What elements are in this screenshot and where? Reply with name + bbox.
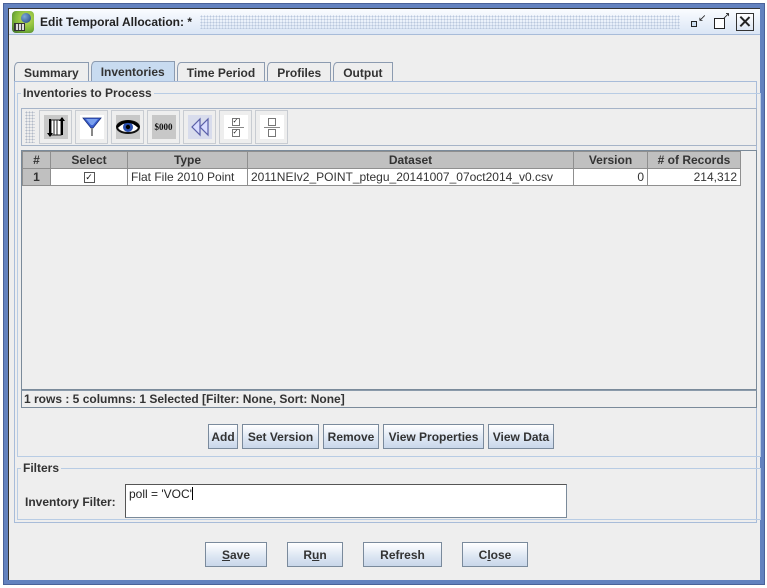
toolbar-grip[interactable] <box>25 111 35 143</box>
close-window-button[interactable] <box>736 12 754 31</box>
tab-time-period[interactable]: Time Period <box>176 62 266 82</box>
eye-icon <box>115 115 140 139</box>
filter-icon <box>79 115 104 139</box>
select-all-button[interactable]: ✓ ✓ <box>219 110 252 144</box>
inventory-filter-value: poll = 'VOC' <box>129 487 192 501</box>
row-dataset[interactable]: 2011NEIv2_POINT_ptegu_20141007_07oct2014… <box>247 168 574 186</box>
view-properties-button[interactable]: View Properties <box>383 424 484 449</box>
add-button[interactable]: Add <box>208 424 238 449</box>
column-header-type[interactable]: Type <box>127 151 248 169</box>
row-select-checkbox[interactable]: ✓ <box>83 172 95 184</box>
tab-bar: Summary Inventories Time Period Profiles… <box>14 61 395 82</box>
table-status-bar: 1 rows : 5 columns: 1 Selected [Filter: … <box>21 390 757 408</box>
filters-content: Inventory Filter: poll = 'VOC' <box>17 460 761 520</box>
maximize-button[interactable]: ↗ <box>712 11 730 31</box>
view-data-button[interactable]: View Data <box>488 424 554 449</box>
row-select-cell[interactable]: ✓ <box>50 168 128 186</box>
reset-button[interactable] <box>183 110 216 144</box>
remove-button[interactable]: Remove <box>323 424 379 449</box>
column-header-records[interactable]: # of Records <box>647 151 741 169</box>
set-version-button[interactable]: Set Version <box>242 424 319 449</box>
table-row[interactable]: 1 ✓ Flat File 2010 Point 2011NEIv2_POINT… <box>22 168 741 186</box>
row-records[interactable]: 214,312 <box>647 168 741 186</box>
row-number[interactable]: 1 <box>22 168 51 186</box>
reset-icon <box>187 115 212 139</box>
run-mnemonic: u <box>311 547 320 562</box>
column-header-dataset[interactable]: Dataset <box>247 151 574 169</box>
format-money-icon: $000 <box>151 115 176 139</box>
run-label-pre: R <box>303 547 312 562</box>
filter-button[interactable] <box>75 110 108 144</box>
title-bar[interactable]: Edit Temporal Allocation: * ↙ ↗ <box>9 9 760 35</box>
window-title: Edit Temporal Allocation: * <box>40 14 193 29</box>
column-header-select[interactable]: Select <box>50 151 128 169</box>
save-label-post: ave <box>229 547 251 562</box>
refresh-button[interactable]: Refresh <box>363 542 442 567</box>
row-version[interactable]: 0 <box>573 168 648 186</box>
iconify-button[interactable]: ↙ <box>688 13 706 31</box>
close-button[interactable]: Cl ose <box>462 542 528 567</box>
inventories-group-title: Inventories to Process <box>21 86 154 100</box>
sort-button[interactable] <box>39 110 72 144</box>
save-button[interactable]: Save <box>205 542 267 567</box>
inventories-tab-panel: Inventories to Process $000 ✓ ✓ # Select… <box>14 81 761 523</box>
select-all-icon: ✓ ✓ <box>223 115 248 139</box>
title-bar-grip <box>200 14 680 29</box>
save-mnemonic: S <box>221 547 230 562</box>
tab-summary[interactable]: Summary <box>14 62 89 82</box>
tab-inventories[interactable]: Inventories <box>90 61 175 82</box>
column-header-num[interactable]: # <box>22 151 51 169</box>
edit-temporal-allocation-window: Edit Temporal Allocation: * ↙ ↗ Summary … <box>3 3 765 585</box>
tab-output[interactable]: Output <box>333 62 393 82</box>
sort-icon <box>43 115 68 139</box>
row-type[interactable]: Flat File 2010 Point <box>127 168 248 186</box>
run-label-post: n <box>319 547 327 562</box>
inventory-filter-input[interactable]: poll = 'VOC' <box>125 484 567 518</box>
tab-profiles[interactable]: Profiles <box>267 62 332 82</box>
format-columns-button[interactable]: $000 <box>147 110 180 144</box>
table-toolbar: $000 ✓ ✓ <box>21 108 757 146</box>
inventories-table: # Select Type Dataset Version # of Recor… <box>21 150 757 390</box>
run-button[interactable]: Run <box>287 542 343 567</box>
column-header-version[interactable]: Version <box>573 151 648 169</box>
close-label-pre: C <box>478 547 488 562</box>
clear-all-button[interactable] <box>255 110 288 144</box>
iconify-icon <box>691 20 697 27</box>
inventory-filter-label: Inventory Filter: <box>25 495 116 509</box>
close-label-post: ose <box>490 547 512 562</box>
show-hide-columns-button[interactable] <box>111 110 144 144</box>
clear-all-icon <box>259 115 284 139</box>
text-caret <box>191 487 193 500</box>
app-icon <box>12 10 34 33</box>
table-header-row: # Select Type Dataset Version # of Recor… <box>22 151 741 169</box>
window-content: Edit Temporal Allocation: * ↙ ↗ Summary … <box>8 8 761 580</box>
refresh-label: Refresh <box>380 547 425 562</box>
